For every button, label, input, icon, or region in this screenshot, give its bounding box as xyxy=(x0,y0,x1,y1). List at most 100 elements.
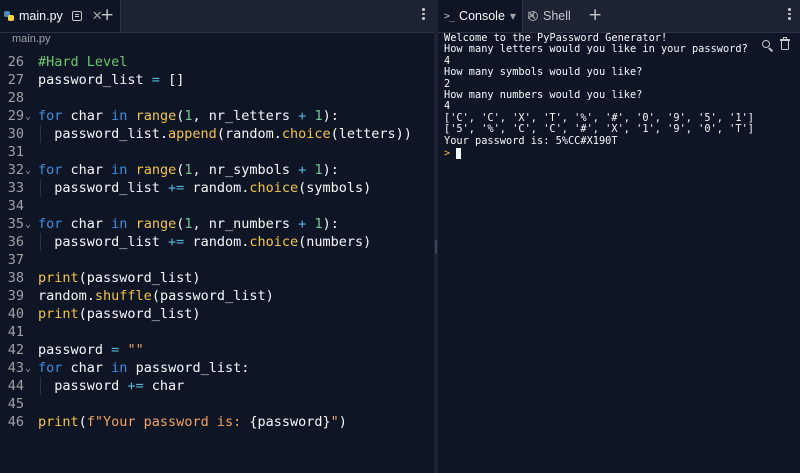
code-line[interactable]: 27 password_list = [] xyxy=(0,71,434,89)
code-line[interactable]: 37 xyxy=(0,251,434,269)
code-token: range xyxy=(135,108,177,124)
new-tab-plus-icon[interactable]: + xyxy=(588,7,602,24)
code-line[interactable]: 31 xyxy=(0,143,434,161)
fold-chevron-icon[interactable]: ⌄ xyxy=(25,360,31,378)
code-line[interactable]: 45 xyxy=(0,395,434,413)
code-line[interactable]: 29 ⌄ for char in range(1, nr_letters + 1): xyxy=(0,107,434,125)
code-token: password xyxy=(38,378,128,394)
editor-more-options-icon[interactable] xyxy=(422,8,426,22)
code-token: ): xyxy=(322,216,339,232)
code-line[interactable]: 30 password_list.append(random.choice(le… xyxy=(0,125,434,143)
code-token: in xyxy=(111,360,128,376)
code-line[interactable]: 42 password = "" xyxy=(0,341,434,359)
code-line[interactable]: 32 ⌄ for char in range(1, nr_symbols + 1): xyxy=(0,161,434,179)
code-token: for xyxy=(38,360,63,376)
line-number: 42 xyxy=(7,342,24,358)
code-line[interactable]: 28 xyxy=(0,89,434,107)
file-history-icon[interactable] xyxy=(71,11,82,21)
tab-console[interactable]: >_ Console ▼ ✕ xyxy=(438,0,537,32)
code-token: print xyxy=(38,414,79,430)
breadcrumb-bar: main.py xyxy=(0,33,434,47)
code-token: 1 xyxy=(184,216,193,232)
text-cursor xyxy=(456,147,462,159)
fold-chevron-icon[interactable]: ⌄ xyxy=(25,162,31,180)
trash-icon[interactable] xyxy=(780,37,790,51)
console-more-options-icon[interactable] xyxy=(788,8,792,22)
code-token: = xyxy=(151,72,160,88)
terminal-prompt-icon: >_ xyxy=(444,10,455,22)
tab-shell[interactable]: Shell xyxy=(524,0,584,32)
code-line[interactable]: 35 ⌄ for char in range(1, nr_numbers + 1): xyxy=(0,215,434,233)
code-line[interactable]: 41 xyxy=(0,323,434,341)
code-text: print(password_list) xyxy=(38,269,201,287)
code-token: "" xyxy=(127,342,144,358)
line-number: 34 xyxy=(7,198,24,214)
line-number: 36 xyxy=(7,234,24,250)
code-token: char xyxy=(62,360,112,376)
code-token: (symbols) xyxy=(298,180,372,196)
line-number: 29 xyxy=(7,108,24,124)
console-prompt[interactable]: > xyxy=(444,147,462,159)
code-token: random. xyxy=(184,180,250,196)
code-token: += xyxy=(168,234,185,250)
code-token: 1 xyxy=(314,216,323,232)
code-line[interactable]: 26 #Hard Level xyxy=(0,53,434,71)
editor-tab-bar: main.py ✕ + xyxy=(0,0,434,33)
code-line[interactable]: 34 xyxy=(0,197,434,215)
code-token: random. xyxy=(184,234,250,250)
code-token: (letters)) xyxy=(330,126,412,142)
code-token: {password} xyxy=(249,414,331,430)
breadcrumb[interactable]: main.py xyxy=(12,33,51,45)
code-text: random.shuffle(password_list) xyxy=(38,287,274,305)
line-number: 31 xyxy=(7,144,24,160)
code-editor[interactable]: 26 #Hard Level 27 password_list = [] 28 29 ⌄ fo… xyxy=(0,47,434,473)
code-line[interactable]: 46 print(f"Your password is: {password}") xyxy=(0,413,434,431)
console-output-line: How many numbers would you like? xyxy=(444,88,643,101)
editor-pane: main.py ✕ + main.py 26 #Hard Level 27 passw… xyxy=(0,0,434,473)
code-line[interactable]: 38 print(password_list) xyxy=(0,269,434,287)
console-output-line: How many symbols would you like? xyxy=(444,66,643,79)
code-token: password_list: xyxy=(127,360,250,376)
code-token: choice xyxy=(249,234,299,250)
code-line[interactable]: 44 password += char xyxy=(0,377,434,395)
code-token: ): xyxy=(322,162,339,178)
console-output-line: Your password is: 5%CC#X190T xyxy=(444,134,618,147)
resize-handle[interactable] xyxy=(435,240,437,254)
console-tab-label: Console xyxy=(459,9,505,23)
line-number: 33 xyxy=(7,180,24,196)
code-token: f"Your password is: xyxy=(86,414,250,430)
fold-chevron-icon[interactable]: ⌄ xyxy=(25,216,31,234)
console-output-area[interactable]: Welcome to the PyPassword Generator! How … xyxy=(438,32,800,473)
code-line[interactable]: 43 ⌄ for char in password_list: xyxy=(0,359,434,377)
chevron-down-icon[interactable]: ▼ xyxy=(510,12,516,21)
code-token: ( xyxy=(78,414,87,430)
line-number: 46 xyxy=(7,414,24,430)
new-tab-plus-icon[interactable]: + xyxy=(100,7,114,24)
console-output-line: ['5', '%', 'C', 'C', '#', 'X', '1', '9',… xyxy=(444,123,754,136)
code-token: shuffle xyxy=(94,288,152,304)
code-token: range xyxy=(135,216,177,232)
code-line[interactable]: 36 password_list += random.choice(number… xyxy=(0,233,434,251)
code-token: char xyxy=(62,216,112,232)
line-number: 38 xyxy=(7,270,24,286)
code-text: #Hard Level xyxy=(38,53,127,71)
code-text: password += char xyxy=(38,377,184,395)
code-line[interactable]: 39 random.shuffle(password_list) xyxy=(0,287,434,305)
code-token: password_list xyxy=(38,234,169,250)
code-token: in xyxy=(111,162,128,178)
line-number: 28 xyxy=(7,90,24,106)
code-text: for char in range(1, nr_letters + 1): xyxy=(38,107,339,125)
fold-chevron-icon[interactable]: ⌄ xyxy=(25,108,31,126)
shell-icon xyxy=(528,11,538,21)
line-number: 45 xyxy=(7,396,24,412)
code-text: for char in range(1, nr_symbols + 1): xyxy=(38,161,339,179)
code-token: random. xyxy=(38,288,95,304)
code-line[interactable]: 40 print(password_list) xyxy=(0,305,434,323)
code-line[interactable]: 33 password_list += random.choice(symbol… xyxy=(0,179,434,197)
code-token: (numbers) xyxy=(298,234,372,250)
search-icon[interactable] xyxy=(762,40,774,52)
code-token: char xyxy=(62,162,112,178)
code-token: for xyxy=(38,108,63,124)
